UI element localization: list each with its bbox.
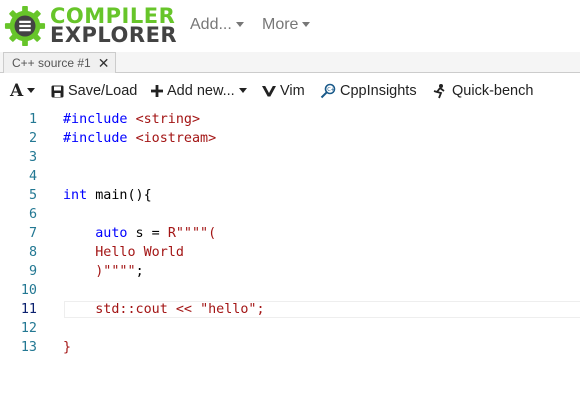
code-token: #include [63,131,136,146]
code-line[interactable]: 13} [0,338,580,357]
code-text: auto s = R""""( [63,224,216,243]
line-number: 4 [28,169,37,184]
quick-bench-label: Quick-bench [452,83,534,99]
save-icon [51,85,64,98]
add-new-button[interactable]: Add new... [151,83,247,99]
save-load-button[interactable]: Save/Load [51,83,137,99]
code-token: ; [135,264,144,279]
code-token: )"""" [95,264,136,279]
chevron-down-icon [235,21,244,27]
logo-wordmark: COMPILER EXPLORER [50,6,178,47]
code-text: )""""; [63,262,144,281]
code-line[interactable]: 12 [0,319,580,338]
code-token: s = [127,226,168,241]
more-menu[interactable]: More [262,16,311,34]
line-number: 5 [28,188,37,203]
code-line[interactable]: 6 [0,205,580,224]
line-number: 7 [28,226,37,241]
add-new-label: Add new... [167,83,235,99]
code-line[interactable]: 2 #include <iostream> [0,129,580,148]
font-size-button[interactable]: A [10,81,36,101]
close-icon[interactable]: ✕ [98,56,110,70]
code-editor[interactable]: 1 #include <string> 2 #include <iostream> 3 4… [0,110,580,401]
top-navbar: COMPILER EXPLORER Add... More [0,0,580,52]
code-token: <string> [135,112,201,127]
vim-label: Vim [280,83,305,99]
code-line[interactable]: 5 int main(){ [0,186,580,205]
save-load-label: Save/Load [68,83,138,99]
code-token: <iostream> [135,131,217,146]
add-menu-label: Add... [190,16,232,33]
compiler-explorer-logo[interactable]: COMPILER EXPLORER [4,4,177,48]
editor-toolbar: A Save/Load Add new... Vim C+ CppInsight… [0,73,580,109]
code-text: #include <iostream> [63,129,216,148]
code-token: R""""( [167,226,217,241]
code-token: #include [63,112,136,127]
code-line[interactable]: 9 )""""; [0,262,580,281]
quick-bench-icon [432,83,448,99]
line-number: 11 [20,302,37,317]
svg-text:C+: C+ [327,87,335,93]
code-text: Hello World [63,243,184,262]
code-token: } [63,340,72,355]
chevron-down-icon [238,87,247,93]
add-menu[interactable]: Add... [190,16,244,34]
chevron-down-icon [302,21,311,27]
vim-button[interactable]: Vim [262,83,305,99]
code-line[interactable]: 4 [0,167,580,186]
more-menu-label: More [262,16,299,33]
current-line-highlight [64,301,580,318]
code-text: } [63,338,71,357]
code-token: Hello World [95,245,184,260]
tab-label: C++ source #1 [12,56,91,70]
tab-cpp-source[interactable]: C++ source #1 ✕ [3,52,117,73]
gear-logo-icon [4,5,46,47]
quick-bench-button[interactable]: Quick-bench [432,83,533,99]
line-number: 1 [28,112,37,127]
line-number: 13 [20,340,37,355]
line-number: 10 [20,283,37,298]
code-line[interactable]: 3 [0,148,580,167]
line-number: 6 [28,207,37,222]
line-number: 12 [20,321,37,336]
code-text: #include <string> [63,110,200,129]
cppinsights-label: CppInsights [340,83,417,99]
code-line[interactable]: 1 #include <string> [0,110,580,129]
code-line[interactable]: 7 auto s = R""""( [0,224,580,243]
code-line[interactable]: 10 [0,281,580,300]
logo-line-2: EXPLORER [50,23,178,47]
code-token: main(){ [87,188,152,203]
cppinsights-button[interactable]: C+ CppInsights [320,83,417,99]
plus-icon [151,85,163,97]
code-token: int [63,188,88,203]
vim-icon [262,85,276,97]
chevron-down-icon [27,87,36,93]
line-number: 9 [28,264,37,279]
line-number: 2 [28,131,37,146]
tab-strip: C++ source #1 ✕ [0,52,580,73]
font-icon: A [10,81,24,101]
code-token: auto [95,226,128,241]
code-line[interactable]: 8 Hello World [0,243,580,262]
cppinsights-icon: C+ [320,83,336,99]
code-text: int main(){ [63,186,152,205]
line-number: 3 [28,150,37,165]
line-number: 8 [28,245,37,260]
